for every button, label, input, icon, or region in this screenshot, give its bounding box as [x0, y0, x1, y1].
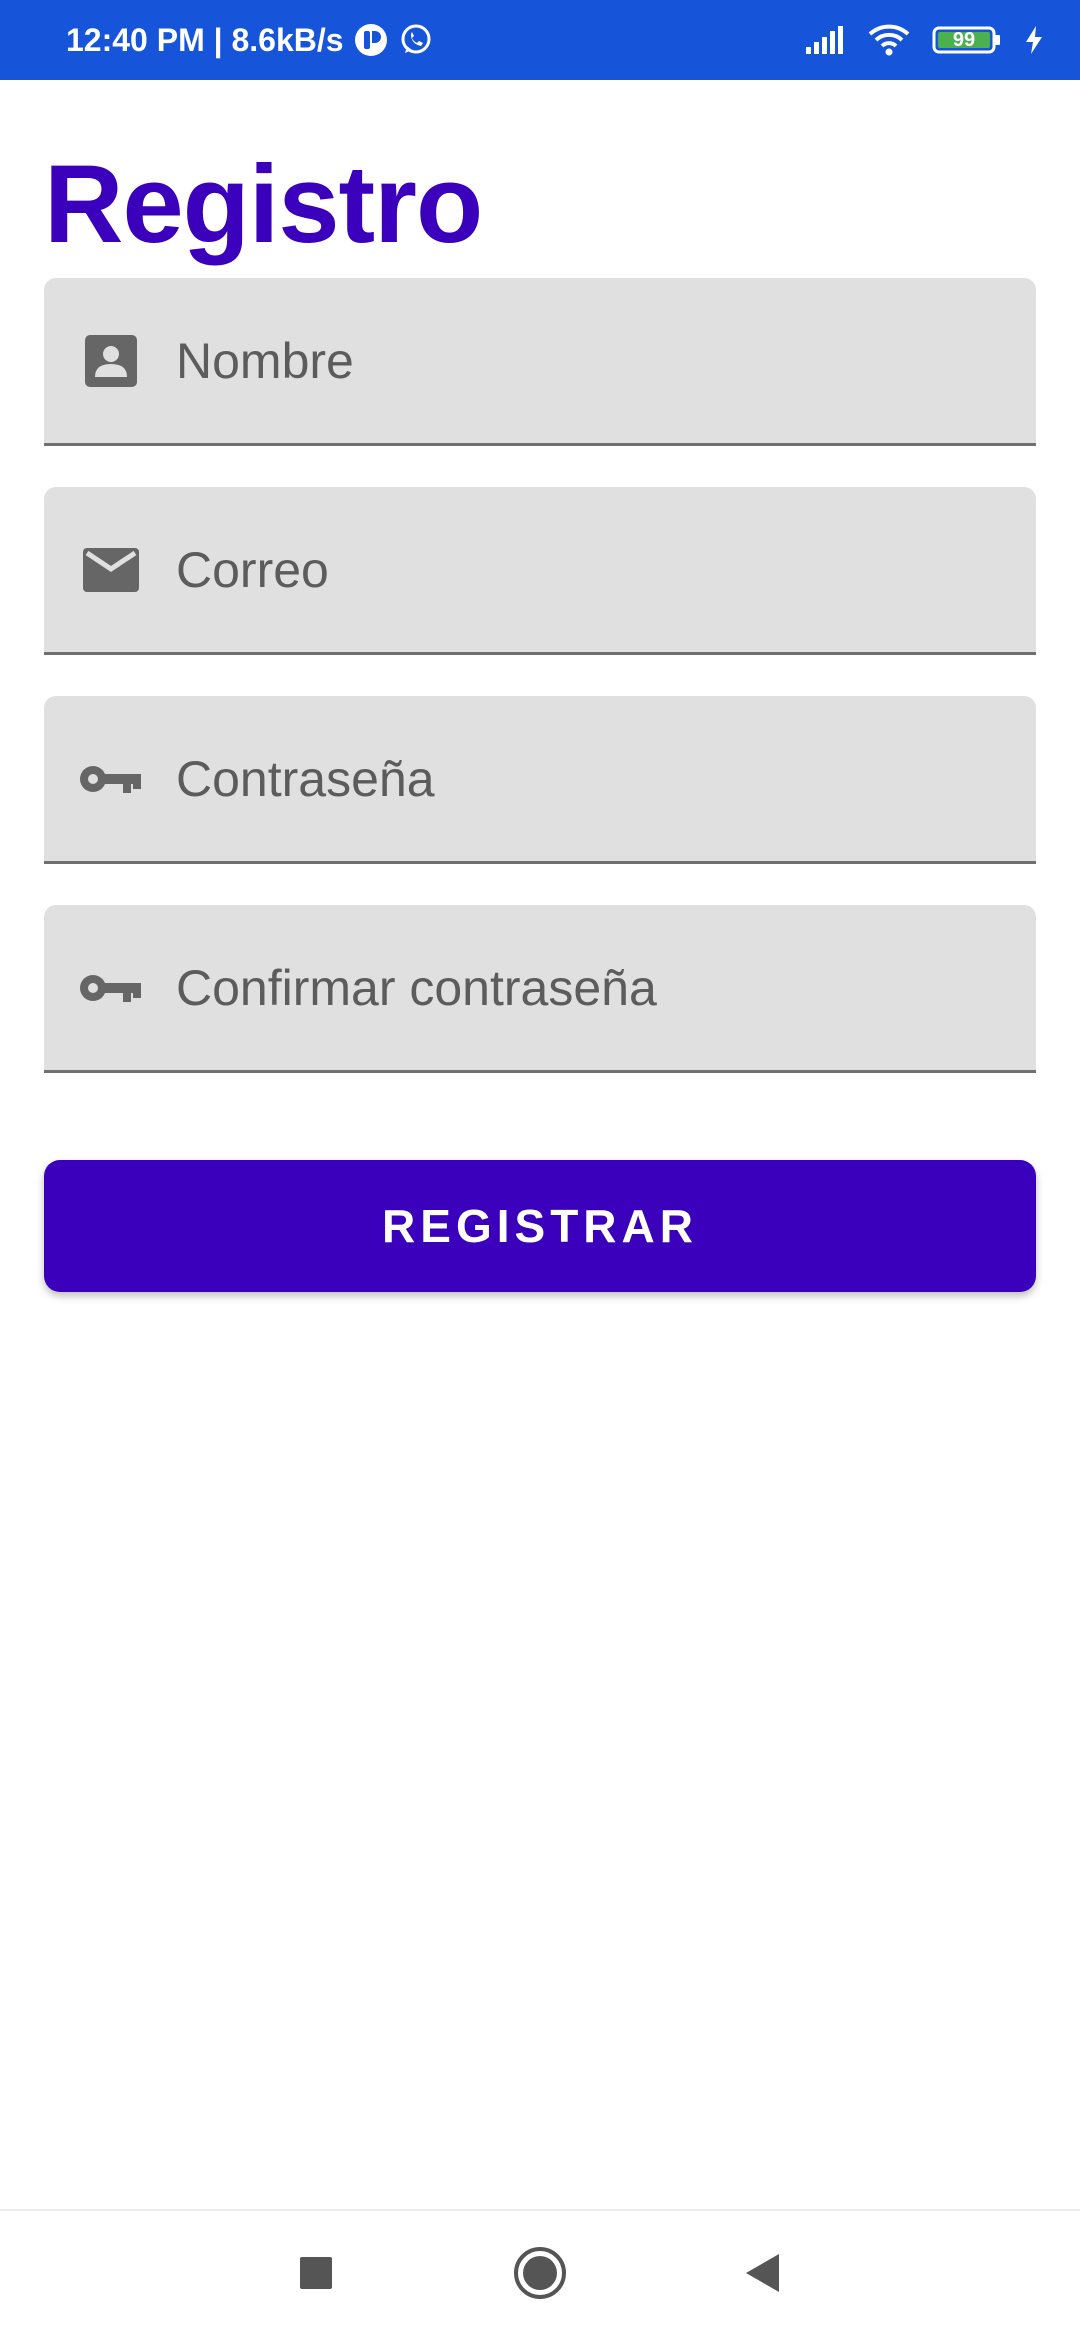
key-icon [78, 761, 144, 797]
password-input[interactable] [176, 749, 996, 808]
signal-icon [804, 25, 846, 55]
confirm-password-input[interactable] [176, 958, 996, 1017]
name-input[interactable] [176, 331, 996, 390]
password-field[interactable] [44, 696, 1036, 864]
status-left: 12:40 PM | 8.6kB/s [66, 22, 434, 59]
charging-icon [1024, 25, 1044, 55]
name-field[interactable] [44, 278, 1036, 446]
battery-level: 99 [952, 29, 976, 51]
email-field[interactable] [44, 487, 1036, 655]
battery-icon: 99 [932, 25, 1002, 55]
key-icon [78, 970, 144, 1006]
register-button[interactable]: REGISTRAR [44, 1160, 1036, 1292]
square-icon [299, 2256, 333, 2295]
whatsapp-icon [398, 22, 434, 58]
back-button[interactable] [702, 2211, 822, 2340]
email-input[interactable] [176, 540, 996, 599]
status-time-speed: 12:40 PM | 8.6kB/s [66, 21, 344, 58]
status-right: 99 [804, 24, 1044, 56]
back-triangle-icon [743, 2252, 781, 2299]
notification-app-icon [354, 23, 388, 57]
registration-screen: 12:40 PM | 8.6kB/s 99 Registro Nombre Co… [0, 0, 1080, 2340]
home-button[interactable] [480, 2211, 600, 2340]
contact-card-icon [78, 334, 144, 388]
email-icon [78, 547, 144, 593]
confirm-password-field[interactable] [44, 905, 1036, 1073]
page-title: Registro [44, 143, 483, 266]
navigation-bar [0, 2211, 1080, 2340]
recents-button[interactable] [256, 2211, 376, 2340]
circle-icon [513, 2246, 567, 2305]
status-bar: 12:40 PM | 8.6kB/s 99 [0, 0, 1080, 80]
wifi-icon [868, 24, 910, 56]
